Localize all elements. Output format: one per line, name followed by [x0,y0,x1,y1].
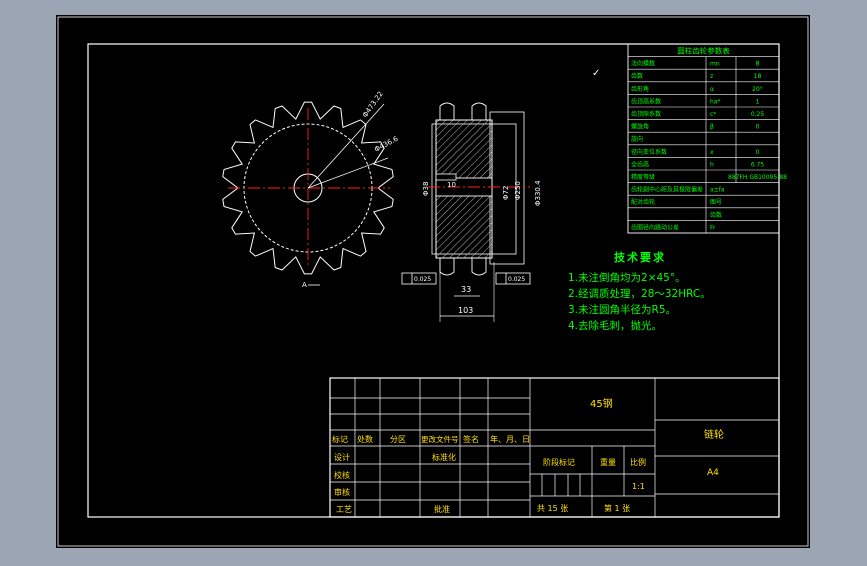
material-cell: 45钢 [590,397,613,410]
scale-label: 比例 [630,457,646,467]
param-value: 6.75 [751,161,765,168]
dim-keyway: 10 [447,181,456,189]
roughness-check-symbol: ✓ [592,68,600,79]
param-symbol: z [710,73,713,80]
tech-item-3: 3.未注圆角半径为R5。 [568,303,676,316]
tech-item-1: 1.未注倒角均为2×45°。 [568,271,686,284]
param-symbol: β [710,124,714,131]
rev-header-mark: 标记 [332,434,348,444]
param-value: 887FH GB10095-88 [728,174,787,181]
param-value: 0 [756,124,760,131]
dim-width-33: 33 [461,285,471,294]
param-symbol: Fr [710,224,716,231]
param-name: 齿顶高系数 [631,97,661,105]
approve-label: 批准 [434,504,450,514]
cad-drawing-window: Φ473.22 Φ436.6 A Φ38 10 Φ72 Φ250 Φ330.4 [0,0,867,562]
keyway [435,173,457,181]
rev-header-date: 年、月、日 [490,434,530,444]
param-name: 精度等级 [631,173,655,181]
param-value: 0 [756,149,760,156]
standardize-label: 标准化 [432,452,456,462]
tooth-top-left [439,102,455,121]
design-label: 设计 [334,452,350,462]
param-name: 旋向 [631,135,643,143]
rev-header-zone: 分区 [390,435,406,444]
param-symbol: a±fa [710,187,725,194]
param-value: 18 [754,73,762,80]
rev-header-sign: 签名 [463,434,479,444]
drawing-canvas: Φ473.22 Φ436.6 A Φ38 10 Φ72 Φ250 Φ330.4 [56,15,810,548]
tech-item-2: 2.经调质处理，28～32HRC。 [568,287,711,300]
drawing-number-cell: A4 [707,468,719,478]
check-label: 校核 [334,470,350,480]
param-symbol: ha* [710,98,720,105]
weight-label: 重量 [600,457,616,467]
model-space-background [56,15,810,548]
stage-label: 阶段标记 [543,457,575,467]
dim-hub-dia: Φ72 [502,186,510,200]
tooth-top-right [471,102,487,121]
param-name: 齿圈径向跳动公差 [631,223,679,231]
view-mark-a: A [302,281,307,289]
param-value: 8 [756,61,760,68]
tolerance-right-value: 0.025 [508,276,525,283]
param-value: 1 [756,98,760,105]
param-symbol: α [710,86,714,93]
param-table-title: 圆柱齿轮参数表 [677,46,730,56]
rev-header-docno: 更改文件号 [421,434,459,444]
tech-title: 技术要求 [614,250,666,264]
rev-header-count: 处数 [357,434,373,444]
part-name-cell: 链轮 [704,428,724,441]
tech-item-4: 4.去除毛刺，抛光。 [568,319,662,332]
param-value: 20° [752,86,763,93]
scale-value: 1:1 [632,482,645,491]
param-symbol: h [710,161,714,168]
param-name: 法向模数 [631,60,655,68]
param-symbol: mn [710,61,720,68]
param-name: 齿数 [631,72,643,80]
dim-width-103: 103 [458,306,473,315]
param-name: 配对齿轮 [631,198,655,206]
total-sheets: 共 15 张 [537,504,568,513]
sheet-number: 第 1 张 [604,503,630,513]
tooth-bottom-right [471,257,487,276]
param-symbol: 图号 [710,199,722,206]
param-symbol: 齿数 [710,211,722,219]
param-symbol: x [710,149,714,156]
param-symbol: c* [710,111,716,118]
param-value: 0.25 [751,111,765,118]
tolerance-left-value: 0.025 [414,276,431,283]
process-label: 工艺 [336,505,352,514]
tooth-bottom-left [439,257,455,276]
dim-bore-dia: Φ38 [422,182,430,196]
dim-root-dia: Φ250 [514,181,522,200]
dim-tip-dia: Φ330.4 [534,180,542,206]
param-name: 齿顶隙系数 [631,110,661,118]
param-name: 径向变位系数 [631,148,667,156]
param-name: 螺旋角 [631,123,649,131]
review-label: 审核 [334,487,350,497]
param-name: 齿形角 [631,85,649,93]
param-name: 齿轮副中心距及其极限偏差 [631,186,703,194]
param-name: 全齿高 [631,160,649,168]
